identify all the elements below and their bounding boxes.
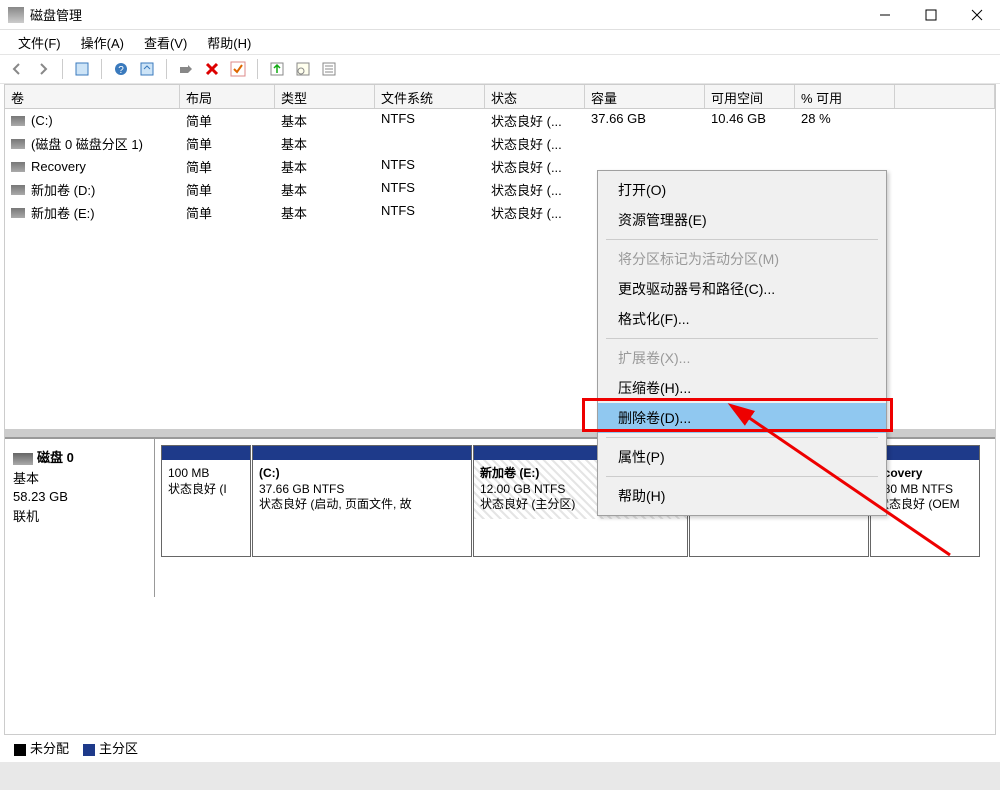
- legend: 未分配 主分区: [4, 734, 996, 760]
- refresh-icon[interactable]: [136, 58, 158, 80]
- ctx-open[interactable]: 打开(O): [598, 175, 886, 205]
- ctx-mark-active: 将分区标记为活动分区(M): [598, 244, 886, 274]
- col-spacer: [895, 85, 995, 108]
- forward-button[interactable]: [32, 58, 54, 80]
- legend-swatch-unallocated: [14, 744, 26, 756]
- window-title: 磁盘管理: [30, 5, 862, 24]
- disk-icon: [13, 453, 33, 465]
- minimize-button[interactable]: [862, 0, 908, 30]
- col-pct[interactable]: % 可用: [795, 85, 895, 108]
- layout-top-icon[interactable]: [266, 58, 288, 80]
- partition-stripe: [162, 446, 250, 460]
- close-button[interactable]: [954, 0, 1000, 30]
- col-free[interactable]: 可用空间: [705, 85, 795, 108]
- help-icon[interactable]: ?: [110, 58, 132, 80]
- volume-icon: [11, 185, 25, 195]
- disk-info[interactable]: 磁盘 0 基本 58.23 GB 联机: [5, 439, 155, 597]
- back-button[interactable]: [6, 58, 28, 80]
- ctx-shrink[interactable]: 压缩卷(H)...: [598, 373, 886, 403]
- col-fs[interactable]: 文件系统: [375, 85, 485, 108]
- col-volume[interactable]: 卷: [5, 85, 180, 108]
- table-row[interactable]: (磁盘 0 磁盘分区 1) 简单 基本 状态良好 (...: [5, 132, 995, 155]
- checkmark-icon[interactable]: [227, 58, 249, 80]
- ctx-properties[interactable]: 属性(P): [598, 442, 886, 472]
- ctx-change-letter[interactable]: 更改驱动器号和路径(C)...: [598, 274, 886, 304]
- col-layout[interactable]: 布局: [180, 85, 275, 108]
- volume-icon: [11, 116, 25, 126]
- toolbar: ?: [0, 54, 1000, 84]
- volume-icon: [11, 162, 25, 172]
- volume-icon: [11, 139, 25, 149]
- empty-area: [5, 597, 995, 743]
- maximize-button[interactable]: [908, 0, 954, 30]
- partition-stripe: [871, 446, 979, 460]
- partition[interactable]: (C:)37.66 GB NTFS状态良好 (启动, 页面文件, 故: [252, 445, 472, 557]
- ctx-help[interactable]: 帮助(H): [598, 481, 886, 511]
- bottom-margin: [0, 762, 1000, 790]
- delete-icon[interactable]: [201, 58, 223, 80]
- partition[interactable]: 100 MB状态良好 (I: [161, 445, 251, 557]
- disk-management-icon: [8, 7, 24, 23]
- context-menu: 打开(O) 资源管理器(E) 将分区标记为活动分区(M) 更改驱动器号和路径(C…: [597, 170, 887, 516]
- ctx-delete-volume[interactable]: 删除卷(D)...: [598, 403, 886, 433]
- action-icon[interactable]: [175, 58, 197, 80]
- ctx-explorer[interactable]: 资源管理器(E): [598, 205, 886, 235]
- properties-icon[interactable]: [318, 58, 340, 80]
- menu-view[interactable]: 查看(V): [134, 31, 197, 54]
- legend-swatch-primary: [83, 744, 95, 756]
- col-type[interactable]: 类型: [275, 85, 375, 108]
- menubar: 文件(F) 操作(A) 查看(V) 帮助(H): [0, 30, 1000, 54]
- menu-help[interactable]: 帮助(H): [197, 31, 261, 54]
- partition-stripe: [253, 446, 471, 460]
- table-row[interactable]: (C:) 简单 基本 NTFS 状态良好 (... 37.66 GB 10.46…: [5, 109, 995, 132]
- layout-bottom-icon[interactable]: [292, 58, 314, 80]
- menu-action[interactable]: 操作(A): [71, 31, 134, 54]
- col-status[interactable]: 状态: [485, 85, 585, 108]
- titlebar: 磁盘管理: [0, 0, 1000, 30]
- column-headers: 卷 布局 类型 文件系统 状态 容量 可用空间 % 可用: [5, 85, 995, 109]
- svg-text:?: ?: [118, 65, 124, 76]
- menu-file[interactable]: 文件(F): [8, 31, 71, 54]
- ctx-format[interactable]: 格式化(F)...: [598, 304, 886, 334]
- volume-icon: [11, 208, 25, 218]
- view-list-icon[interactable]: [71, 58, 93, 80]
- col-capacity[interactable]: 容量: [585, 85, 705, 108]
- ctx-extend: 扩展卷(X)...: [598, 343, 886, 373]
